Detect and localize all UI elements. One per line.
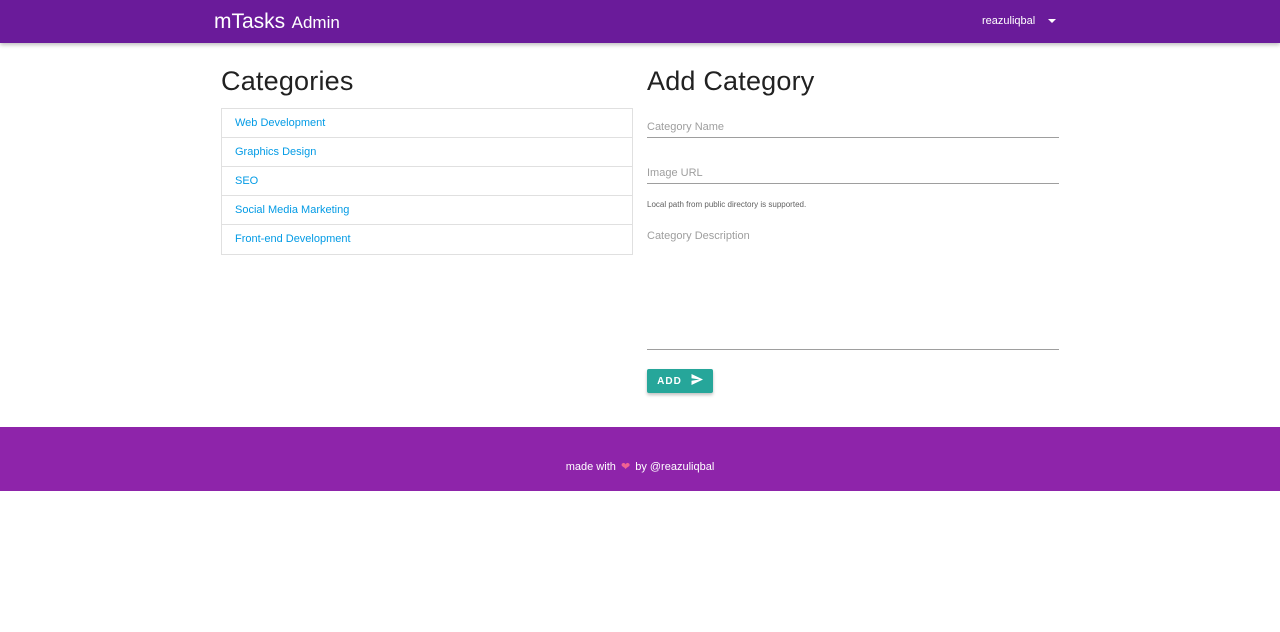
category-list: Web Development Graphics Design SEO Soci… <box>221 108 633 255</box>
category-item[interactable]: Front-end Development <box>222 225 632 254</box>
user-menu-dropdown[interactable]: reazuliqbal <box>982 15 1057 27</box>
username-label: reazuliqbal <box>982 15 1036 27</box>
page-footer: made with ❤ by @reazuliqbal <box>0 427 1280 491</box>
category-item[interactable]: SEO <box>222 167 632 196</box>
brand-logo[interactable]: mTasks Admin <box>214 10 340 34</box>
brand-subtitle: Admin <box>291 13 340 32</box>
brand-name: mTasks <box>214 10 286 33</box>
category-name-field-wrapper <box>647 116 1059 138</box>
category-item[interactable]: Social Media Marketing <box>222 196 632 225</box>
category-item[interactable]: Web Development <box>222 109 632 138</box>
image-url-input[interactable] <box>647 162 1059 184</box>
heart-icon: ❤ <box>620 461 631 473</box>
add-button-label: ADD <box>657 375 682 387</box>
add-category-title: Add Category <box>647 66 815 96</box>
caret-down-icon <box>1048 19 1057 23</box>
footer-text-before: made with <box>565 461 616 473</box>
category-name-input[interactable] <box>647 116 1059 138</box>
categories-section: Categories Web Development Graphics Desi… <box>221 64 633 255</box>
image-url-helper-text: Local path from public directory is supp… <box>647 200 807 209</box>
category-description-textarea[interactable] <box>647 230 1059 350</box>
category-description-field-wrapper <box>647 230 1059 355</box>
add-category-section: Add Category Local path from public dire… <box>647 64 1059 393</box>
category-item[interactable]: Graphics Design <box>222 138 632 167</box>
footer-text-after[interactable]: by @reazuliqbal <box>635 461 714 473</box>
top-navbar: mTasks Admin reazuliqbal <box>0 0 1280 43</box>
categories-title: Categories <box>221 66 354 96</box>
image-url-field-wrapper <box>647 162 1059 184</box>
add-category-button[interactable]: ADD <box>647 369 713 393</box>
send-icon <box>691 374 703 388</box>
